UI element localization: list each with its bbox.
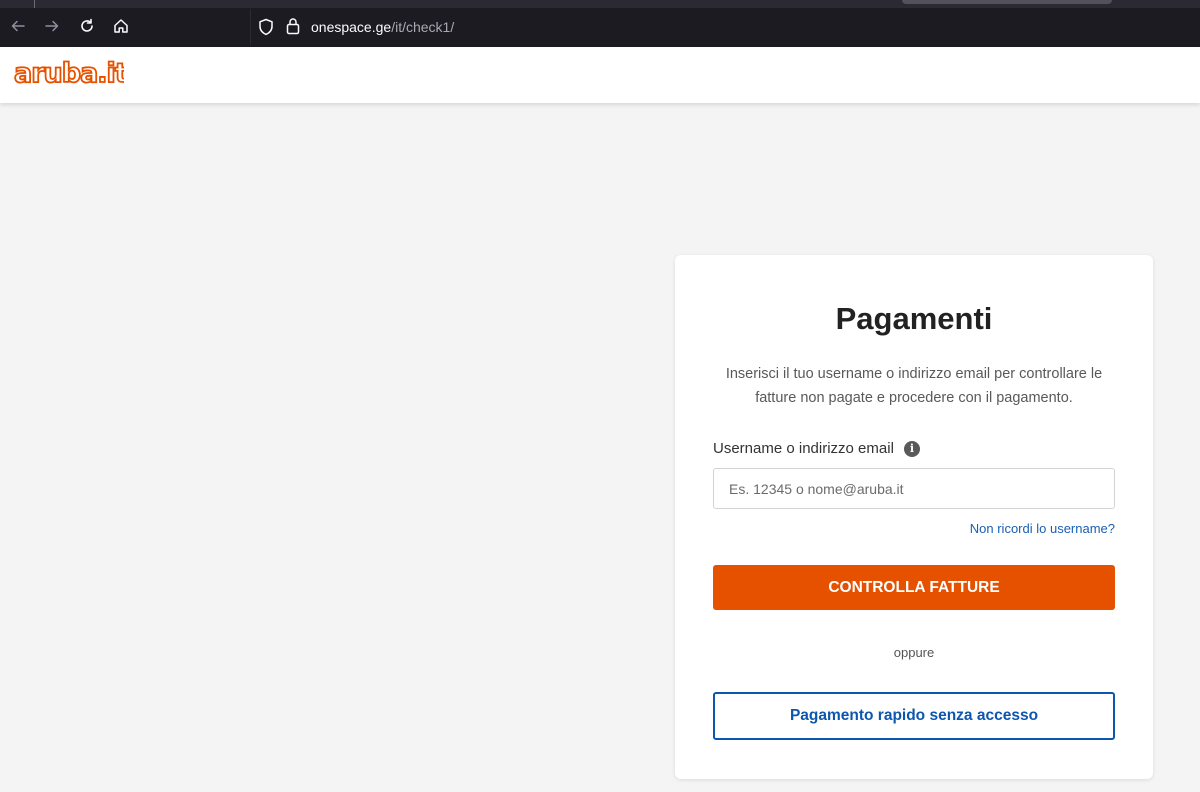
tab-separator [34, 0, 35, 8]
reload-icon [81, 18, 93, 32]
forward-button[interactable] [40, 14, 64, 38]
url-path: /it/check1/ [391, 19, 455, 35]
payment-card: Pagamenti Inserisci il tuo username o in… [675, 255, 1153, 779]
back-arrow-icon [11, 20, 25, 32]
home-icon [114, 19, 128, 33]
page-title: Pagamenti [835, 301, 993, 336]
address-bar[interactable]: onespace.ge/it/check1/ [250, 9, 1200, 45]
info-icon[interactable]: i [904, 441, 920, 457]
inactive-tab[interactable] [902, 0, 1112, 4]
or-separator: oppure [893, 645, 935, 660]
quick-payment-button[interactable]: Pagamento rapido senza accesso [713, 692, 1115, 740]
site-header: aruba.it [0, 47, 1200, 103]
browser-toolbar: onespace.ge/it/check1/ [0, 0, 1200, 47]
lock-icon[interactable] [286, 17, 300, 35]
card-description: Inserisci il tuo username o indirizzo em… [725, 366, 1103, 406]
logo-graphic: aruba.it [13, 57, 130, 90]
back-button[interactable] [6, 14, 30, 38]
home-button[interactable] [109, 14, 133, 38]
username-input[interactable] [713, 468, 1115, 509]
url-domain: onespace.ge [311, 19, 392, 35]
logo-text: aruba.it [14, 60, 124, 88]
aruba-logo[interactable]: aruba.it [13, 57, 130, 93]
check-invoices-button[interactable]: CONTROLLA FATTURE [713, 565, 1115, 610]
username-label: Username o indirizzo email [713, 440, 894, 457]
reload-button[interactable] [75, 14, 99, 38]
url-text[interactable]: onespace.ge/it/check1/ [311, 19, 454, 35]
shield-icon[interactable] [258, 18, 274, 36]
forward-arrow-icon [45, 20, 59, 32]
forgot-username-link[interactable]: Non ricordi lo username? [970, 521, 1115, 536]
